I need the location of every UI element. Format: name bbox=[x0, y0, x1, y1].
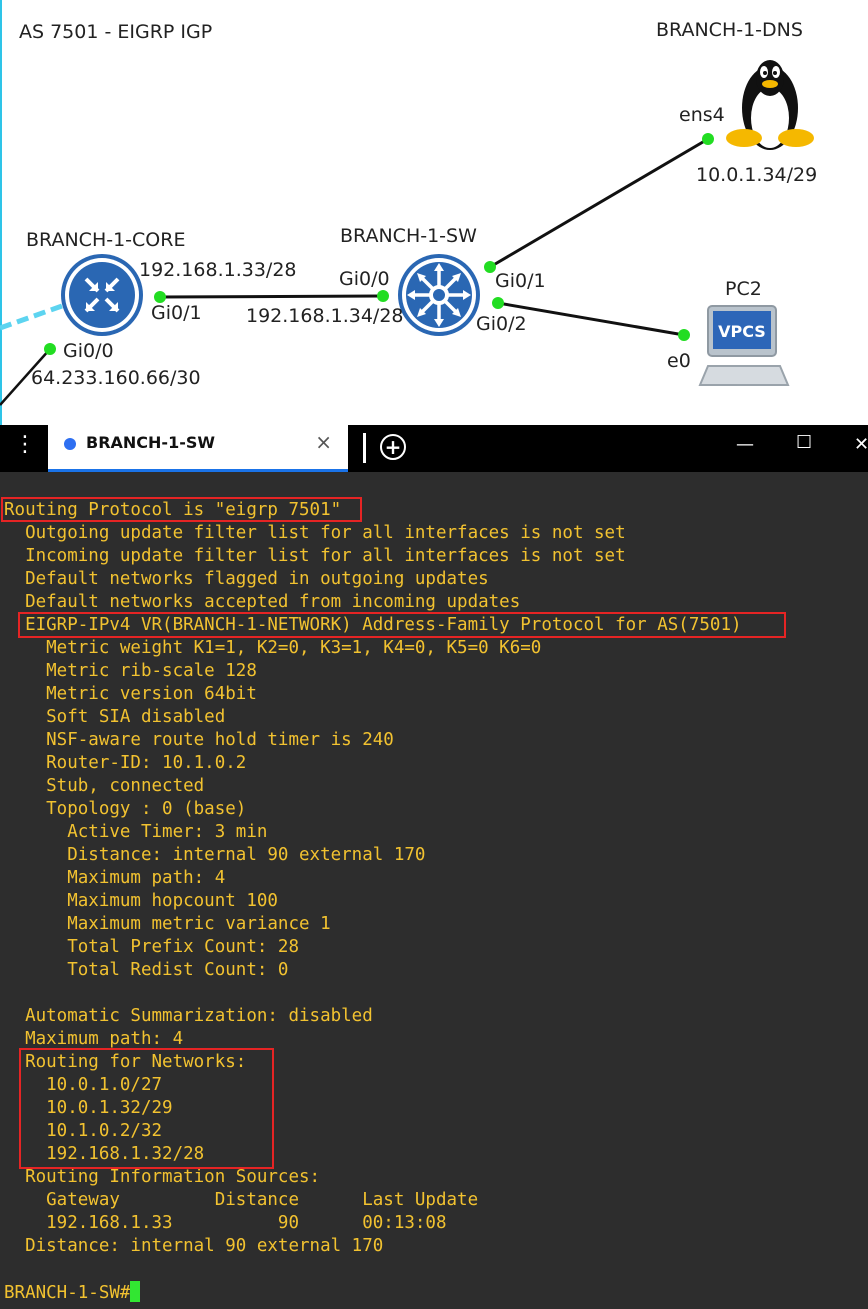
term-line: Gateway Distance Last Update bbox=[4, 1190, 479, 1210]
dashed-link bbox=[0, 303, 63, 331]
term-line: Topology : 0 (base) bbox=[4, 799, 247, 819]
linux-penguin-icon[interactable] bbox=[726, 60, 814, 150]
topology-drawing: VPCS bbox=[0, 0, 814, 425]
term-line: Metric weight K1=1, K2=0, K3=1, K4=0, K5… bbox=[4, 638, 542, 658]
pc2-e0-dot bbox=[678, 329, 690, 341]
dns-ens4-dot bbox=[702, 133, 714, 145]
term-line: 192.168.1.33 90 00:13:08 bbox=[4, 1213, 447, 1233]
term-line: Maximum metric variance 1 bbox=[4, 914, 331, 934]
term-line: Maximum path: 4 bbox=[4, 868, 226, 888]
sw-gi02-dot bbox=[492, 297, 504, 309]
term-line: Stub, connected bbox=[4, 776, 205, 796]
term-line: Incoming update filter list for all inte… bbox=[4, 546, 626, 566]
iface-label-pc2-e0: e0 bbox=[667, 350, 691, 372]
term-line: Outgoing update filter list for all inte… bbox=[4, 523, 626, 543]
term-line: Active Timer: 3 min bbox=[4, 822, 268, 842]
node-label-branch-core: BRANCH-1-CORE bbox=[26, 229, 186, 251]
topology-title: AS 7501 - EIGRP IGP bbox=[19, 21, 213, 43]
router-icon[interactable] bbox=[61, 254, 143, 336]
iface-label-core-gi01: Gi0/1 bbox=[151, 302, 202, 324]
topology-canvas: VPCS AS 7501 - EIGRP IGP BRANCH-1-DNS en… bbox=[0, 0, 868, 425]
node-label-pc2: PC2 bbox=[725, 278, 762, 300]
term-line: Distance: internal 90 external 170 bbox=[4, 845, 426, 865]
core-gi00-dot bbox=[44, 343, 56, 355]
maximize-icon[interactable]: ☐ bbox=[796, 432, 812, 453]
link-core-sw bbox=[159, 294, 384, 299]
term-line: Soft SIA disabled bbox=[4, 707, 226, 727]
terminal-cursor bbox=[130, 1281, 141, 1302]
ip-label-core-gi01: 192.168.1.33/28 bbox=[139, 259, 297, 281]
term-line: Automatic Summarization: disabled bbox=[4, 1006, 373, 1026]
node-label-branch-sw: BRANCH-1-SW bbox=[340, 225, 477, 247]
term-line: Total Prefix Count: 28 bbox=[4, 937, 300, 957]
term-line: Default networks flagged in outgoing upd… bbox=[4, 569, 489, 589]
tab-close-icon[interactable]: × bbox=[315, 430, 332, 454]
term-line: NSF-aware route hold timer is 240 bbox=[4, 730, 394, 750]
iface-label-ens4: ens4 bbox=[679, 104, 725, 126]
tab-divider bbox=[363, 433, 366, 463]
highlight-box-routing-protocol bbox=[1, 497, 362, 522]
term-line: Default networks accepted from incoming … bbox=[4, 592, 521, 612]
term-line: Metric version 64bit bbox=[4, 684, 257, 704]
term-line: Maximum hopcount 100 bbox=[4, 891, 278, 911]
term-line: Routing Information Sources: bbox=[4, 1167, 321, 1187]
menu-dots-icon[interactable]: ⋮ bbox=[14, 434, 36, 456]
ip-label-sw-gi00: 192.168.1.34/28 bbox=[246, 305, 404, 327]
term-line: Router-ID: 10.1.0.2 bbox=[4, 753, 247, 773]
tab-status-dot-icon bbox=[64, 438, 76, 450]
vpcs-text: VPCS bbox=[718, 322, 766, 341]
window-close-icon[interactable]: ✕ bbox=[854, 434, 868, 455]
term-prompt: BRANCH-1-SW# bbox=[4, 1283, 131, 1303]
sw-gi00-dot bbox=[377, 290, 389, 302]
term-line: Distance: internal 90 external 170 bbox=[4, 1236, 384, 1256]
iface-label-sw-gi00: Gi0/0 bbox=[339, 268, 390, 290]
ip-label-dns: 10.0.1.34/29 bbox=[696, 164, 818, 186]
highlight-box-eigrp-vr bbox=[18, 612, 786, 638]
iface-label-sw-gi02: Gi0/2 bbox=[476, 313, 527, 335]
new-tab-icon[interactable]: + bbox=[380, 434, 406, 460]
vpcs-pc-icon[interactable]: VPCS bbox=[698, 305, 790, 386]
term-line: Metric rib-scale 128 bbox=[4, 661, 257, 681]
iface-label-core-gi00: Gi0/0 bbox=[63, 340, 114, 362]
switch-icon[interactable] bbox=[398, 254, 480, 336]
terminal-tab-bar: ⋮ BRANCH-1-SW × + — ☐ ✕ bbox=[0, 425, 868, 472]
tab-label: BRANCH-1-SW bbox=[86, 433, 216, 452]
ip-label-core-gi00: 64.233.160.66/30 bbox=[31, 367, 201, 389]
minimize-icon[interactable]: — bbox=[736, 434, 754, 455]
term-line: Maximum path: 4 bbox=[4, 1029, 184, 1049]
node-label-branch-dns: BRANCH-1-DNS bbox=[656, 19, 803, 41]
term-line: Total Redist Count: 0 bbox=[4, 960, 289, 980]
tab-branch-1-sw[interactable]: BRANCH-1-SW × bbox=[48, 425, 348, 472]
iface-label-sw-gi01: Gi0/1 bbox=[495, 270, 546, 292]
terminal-output[interactable]: Routing Protocol is "eigrp 7501" Outgoin… bbox=[0, 472, 868, 1309]
highlight-box-networks bbox=[19, 1048, 274, 1169]
link-sw-dns bbox=[489, 137, 709, 269]
